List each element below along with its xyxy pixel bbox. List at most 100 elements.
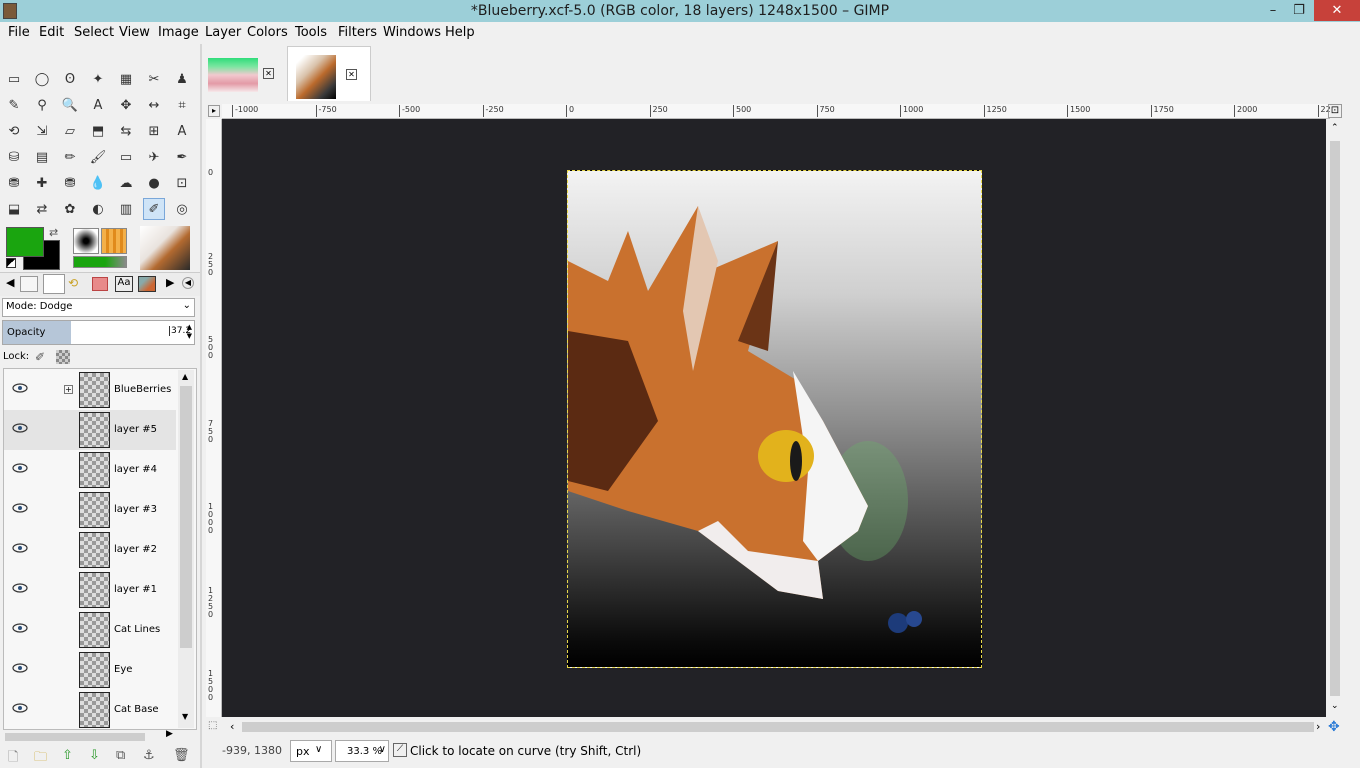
layer-row[interactable]: layer #5 <box>4 410 176 450</box>
raise-layer-icon[interactable]: ⇧ <box>62 748 73 763</box>
warp-icon[interactable]: ⬓ <box>3 198 25 220</box>
opacity-spinner-icon[interactable]: ▲ ▼ <box>187 323 192 341</box>
layers-scrollbar[interactable]: ▲ ▼ <box>178 370 194 728</box>
undo-tab[interactable] <box>92 277 108 291</box>
hscroll-thumb[interactable] <box>242 722 1314 732</box>
quick-mask-icon[interactable]: ⬚ <box>208 720 217 731</box>
pencil-icon[interactable]: ✏ <box>59 146 81 168</box>
sharpen-icon[interactable]: ◐ <box>87 198 109 220</box>
shear-icon[interactable]: ▱ <box>59 120 81 142</box>
image-tab-1[interactable]: ✕ <box>205 46 285 101</box>
tab-scroll-left-icon[interactable]: ◀ <box>6 276 14 289</box>
layer-row[interactable]: layer #4 <box>4 450 176 490</box>
anchor-layer-icon[interactable]: ⚓ <box>143 748 155 763</box>
tab-scroll-right-icon[interactable]: ▶ <box>166 276 174 289</box>
image-menu-icon[interactable]: ▸ <box>208 105 220 117</box>
menu-windows[interactable]: Windows <box>383 25 441 40</box>
menu-edit[interactable]: Edit <box>39 25 64 40</box>
vscroll-thumb[interactable] <box>1330 141 1340 696</box>
scroll-thumb[interactable] <box>180 386 192 648</box>
foreground-color-swatch[interactable] <box>6 227 44 257</box>
visibility-eye-icon[interactable] <box>12 702 28 714</box>
visibility-eye-icon[interactable] <box>12 422 28 434</box>
scroll-up-icon[interactable]: ▲ <box>182 372 188 381</box>
layer-name[interactable]: BlueBerries <box>114 384 171 395</box>
scale-icon[interactable]: ⇲ <box>31 120 53 142</box>
layers-hscroll-right-icon[interactable]: ▶ <box>166 729 173 739</box>
eraser-icon[interactable]: ▭ <box>115 146 137 168</box>
delete-layer-icon[interactable]: 🗑 <box>173 748 190 763</box>
layer-name[interactable]: layer #1 <box>114 584 157 595</box>
close-tab-1-icon[interactable]: ✕ <box>263 68 274 79</box>
active-image-preview[interactable] <box>140 226 190 270</box>
gradient-icon[interactable]: ▤ <box>31 146 53 168</box>
layer-row[interactable]: Cat Lines <box>4 610 176 650</box>
hscroll-right-icon[interactable]: › <box>1316 720 1320 733</box>
paintbrush-icon[interactable]: 🖌 <box>87 146 109 168</box>
layer-row[interactable]: layer #2 <box>4 530 176 570</box>
gradient-preview[interactable] <box>73 256 127 268</box>
handle-transform-icon[interactable]: ⇄ <box>31 198 53 220</box>
zoom-fit-icon[interactable]: ⊡ <box>1328 104 1342 118</box>
close-tab-2-icon[interactable]: ✕ <box>346 69 357 80</box>
menu-tools[interactable]: Tools <box>295 25 327 40</box>
move-icon[interactable]: ✥ <box>115 94 137 116</box>
horizontal-scrollbar[interactable]: ‹ › <box>222 719 1326 735</box>
layer-name[interactable]: layer #2 <box>114 544 157 555</box>
opacity-slider[interactable]: Opacity 37.2 ▲ ▼ <box>2 320 195 345</box>
layers-tab[interactable] <box>43 274 65 294</box>
text-icon[interactable]: A <box>171 120 193 142</box>
image-canvas[interactable] <box>567 170 982 668</box>
mode-select[interactable]: Mode: Dodge ⌄ <box>2 298 195 317</box>
lock-pixels-icon[interactable]: ✐ <box>35 350 45 364</box>
layer-row[interactable]: layer #1 <box>4 570 176 610</box>
perspective-clone-icon[interactable]: ⛃ <box>59 172 81 194</box>
airbrush-icon[interactable]: ✈ <box>143 146 165 168</box>
navigate-icon[interactable]: ✥ <box>1328 719 1340 735</box>
layer-row[interactable]: + BlueBerries <box>4 370 176 410</box>
layer-name[interactable]: Cat Base <box>114 704 159 715</box>
layer-row[interactable]: layer #3 <box>4 490 176 530</box>
duplicate-layer-icon[interactable]: ⧉ <box>116 748 125 763</box>
layer-row[interactable]: Cat Base <box>4 690 176 730</box>
align-icon[interactable]: ↔ <box>143 94 165 116</box>
color-select-icon[interactable]: ▦ <box>115 68 137 90</box>
fuzzy-select-icon[interactable]: ✦ <box>87 68 109 90</box>
paths-tab[interactable]: ⟲ <box>68 276 86 292</box>
zoom-select[interactable]: 33.3 % ∨ <box>335 740 389 762</box>
visibility-eye-icon[interactable] <box>12 462 28 474</box>
dock-separator[interactable] <box>200 44 202 768</box>
menu-file[interactable]: File <box>8 25 30 40</box>
menu-filters[interactable]: Filters <box>338 25 377 40</box>
scroll-down-icon[interactable]: ▼ <box>182 712 188 721</box>
unified-transform-icon[interactable]: ⊡ <box>171 172 193 194</box>
mypaint-brush-icon[interactable]: ✿ <box>59 198 81 220</box>
blur-icon[interactable]: 💧 <box>87 172 109 194</box>
rect-select-icon[interactable]: ▭ <box>3 68 25 90</box>
tool-options-tab[interactable] <box>20 276 38 292</box>
layer-name[interactable]: layer #5 <box>114 424 157 435</box>
visibility-eye-icon[interactable] <box>12 662 28 674</box>
lock-alpha-icon[interactable] <box>56 350 70 364</box>
swap-colors-icon[interactable]: ⇄ <box>49 226 58 239</box>
layer-name[interactable]: Eye <box>114 664 132 675</box>
layer-name[interactable]: Cat Lines <box>114 624 160 635</box>
dodge-active-icon[interactable]: ✐ <box>143 198 165 220</box>
pattern-preview[interactable] <box>101 228 127 254</box>
close-button[interactable]: ✕ <box>1314 0 1360 21</box>
default-colors-icon[interactable] <box>6 258 16 268</box>
menu-layer[interactable]: Layer <box>205 25 241 40</box>
expand-group-icon[interactable]: + <box>64 385 73 394</box>
paths-icon[interactable]: ✎ <box>3 94 25 116</box>
menu-view[interactable]: View <box>119 25 150 40</box>
image-tab-2[interactable]: ✕ <box>287 46 371 101</box>
visibility-eye-icon[interactable] <box>12 502 28 514</box>
brush-preview[interactable] <box>73 228 99 254</box>
smudge-icon[interactable]: ☁ <box>115 172 137 194</box>
ellipse-select-icon[interactable]: ◯ <box>31 68 53 90</box>
clone-icon[interactable]: ⛃ <box>3 172 25 194</box>
fonts-tab[interactable]: Aa <box>115 276 133 292</box>
hscroll-left-icon[interactable]: ‹ <box>230 720 234 733</box>
levels-icon[interactable]: ▥ <box>115 198 137 220</box>
heal-icon[interactable]: ✚ <box>31 172 53 194</box>
